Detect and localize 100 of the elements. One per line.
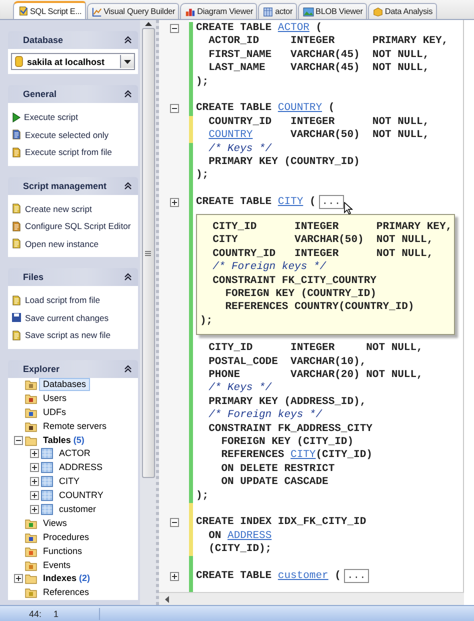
folder-icon	[25, 420, 37, 432]
collapse-icon[interactable]	[124, 364, 132, 372]
document-icon	[11, 129, 22, 140]
code-line: REFERENCES CITY(CITY_ID)	[220, 449, 372, 463]
tree-item[interactable]: Functions	[39, 544, 86, 558]
expand-toggle[interactable]	[30, 477, 39, 486]
expand-toggle[interactable]	[14, 436, 23, 444]
grid-icon	[263, 6, 274, 16]
tree-item[interactable]: UDFs	[39, 406, 70, 419]
section-header[interactable]: Database	[8, 31, 138, 49]
task-link[interactable]: Save script as new file	[25, 330, 110, 340]
collapse-icon[interactable]	[124, 90, 132, 98]
tree-item[interactable]: Procedures	[39, 530, 94, 544]
scroll-left-icon[interactable]	[165, 596, 169, 602]
tree-item[interactable]: Tables (5)	[39, 434, 88, 446]
folder-icon	[25, 434, 37, 446]
fold-toggle[interactable]	[170, 104, 178, 114]
code-line: REFERENCES COUNTRY(COUNTRY_ID)	[224, 301, 416, 315]
tree-item[interactable]: Databases	[39, 378, 90, 391]
tree-item[interactable]: Events	[39, 558, 75, 572]
expand-toggle[interactable]	[30, 463, 39, 472]
code-line: FOREIGN KEY (COUNTRY_ID)	[224, 288, 378, 301]
task-link[interactable]: Create new script	[25, 204, 92, 214]
table-icon	[41, 490, 53, 502]
table-link[interactable]: COUNTRY	[278, 102, 322, 114]
folder-icon	[25, 587, 37, 598]
fold-toggle[interactable]	[170, 518, 178, 528]
task-link[interactable]: Configure SQL Script Editor	[25, 221, 131, 232]
section-title: Database	[23, 35, 64, 45]
table-link[interactable]: CITY	[290, 449, 316, 462]
tree-item[interactable]: Users	[39, 392, 71, 405]
tree-item[interactable]: COUNTRY	[55, 489, 108, 502]
editor-tab[interactable]: Visual Query Builder	[86, 3, 180, 19]
expand-toggle[interactable]	[30, 504, 39, 514]
tree-item[interactable]: ACTOR	[55, 447, 94, 460]
code-line: COUNTRY_ID INTEGER NOT NULL,	[212, 248, 434, 261]
collapse-icon[interactable]	[124, 273, 132, 281]
editor-tab[interactable]: Data Analysis	[368, 3, 437, 19]
task-link[interactable]: Execute selected only	[25, 130, 109, 140]
code-line: ACTOR_ID INTEGER PRIMARY KEY,	[208, 35, 448, 49]
editor-tab[interactable]: Diagram Viewer	[180, 3, 258, 19]
expand-toggle[interactable]	[14, 574, 23, 584]
section-header[interactable]: Explorer	[8, 360, 138, 378]
collapsed-block-button[interactable]: ...	[318, 195, 344, 210]
code-line: );	[199, 314, 214, 328]
task-link[interactable]: Execute script from file	[25, 147, 112, 158]
expand-toggle[interactable]	[30, 449, 39, 458]
table-link[interactable]: ACTOR	[278, 22, 310, 34]
tree-item[interactable]: ADDRESS	[55, 461, 107, 474]
document-icon	[11, 146, 22, 158]
fold-toggle[interactable]	[170, 198, 178, 208]
table-link[interactable]: COUNTRY	[208, 129, 253, 142]
task-link[interactable]: Save current changes	[25, 312, 109, 323]
table-icon	[41, 448, 53, 460]
task-link[interactable]: Open new instance	[25, 238, 99, 249]
collapse-icon[interactable]	[124, 182, 132, 190]
section-title: Script management	[23, 180, 107, 190]
table-icon	[41, 476, 53, 488]
database-select[interactable]: sakila at localhost	[11, 53, 135, 70]
editor-tab[interactable]: BLOB Viewer	[298, 3, 367, 19]
section-title: Files	[23, 272, 44, 282]
editor-tab[interactable]: SQL Script E...	[13, 1, 86, 19]
document-icon	[11, 330, 22, 341]
editor-tab[interactable]: actor	[258, 3, 297, 19]
document-icon	[11, 238, 22, 250]
code-line: CREATE TABLE COUNTRY (	[195, 102, 335, 116]
collapse-icon[interactable]	[124, 36, 132, 44]
task-link[interactable]: Execute script	[24, 112, 78, 122]
table-link[interactable]: customer	[278, 570, 328, 582]
folder-icon	[25, 560, 37, 571]
code-line: PRIMARY KEY (ADDRESS_ID),	[208, 396, 366, 409]
folder-icon	[25, 532, 37, 543]
section-header[interactable]: General	[8, 85, 138, 103]
code-line: CITY_ID INTEGER PRIMARY KEY,	[212, 221, 454, 234]
table-link[interactable]: ADDRESS	[228, 530, 272, 542]
cube-icon	[372, 6, 383, 16]
fold-toggle[interactable]	[170, 24, 178, 33]
section-header[interactable]: Files	[8, 268, 138, 286]
table-link[interactable]: CITY	[278, 196, 304, 208]
collapsed-block-button[interactable]: ...	[344, 568, 369, 583]
expand-toggle[interactable]	[30, 491, 39, 500]
task-link[interactable]: Load script from file	[25, 295, 100, 306]
tree-item[interactable]: Views	[39, 516, 71, 530]
bar-chart-icon	[185, 6, 196, 16]
tree-item[interactable]: Remote servers	[39, 420, 111, 433]
section-header[interactable]: Script management	[8, 176, 138, 194]
code-line: CONSTRAINT FK_CITY_COUNTRY	[212, 274, 378, 288]
code-line: PHONE VARCHAR(20) NOT NULL,	[208, 368, 423, 382]
tree-item[interactable]: References	[39, 586, 94, 600]
scrollbar[interactable]	[140, 20, 159, 605]
code-line: CITY VARCHAR(50) NOT NULL,	[212, 234, 434, 248]
code-line: /* Keys */	[208, 382, 272, 396]
code-line: POSTAL_CODE VARCHAR(10),	[208, 356, 366, 369]
horizontal-scrollbar[interactable]	[159, 592, 464, 605]
scroll-up-icon[interactable]	[144, 22, 152, 26]
tree-item[interactable]: customer	[55, 502, 100, 516]
tree-item[interactable]: Indexes (2)	[39, 572, 94, 586]
tree-item[interactable]: CITY	[55, 475, 84, 488]
folder-icon	[25, 406, 37, 418]
fold-toggle[interactable]	[170, 572, 178, 581]
